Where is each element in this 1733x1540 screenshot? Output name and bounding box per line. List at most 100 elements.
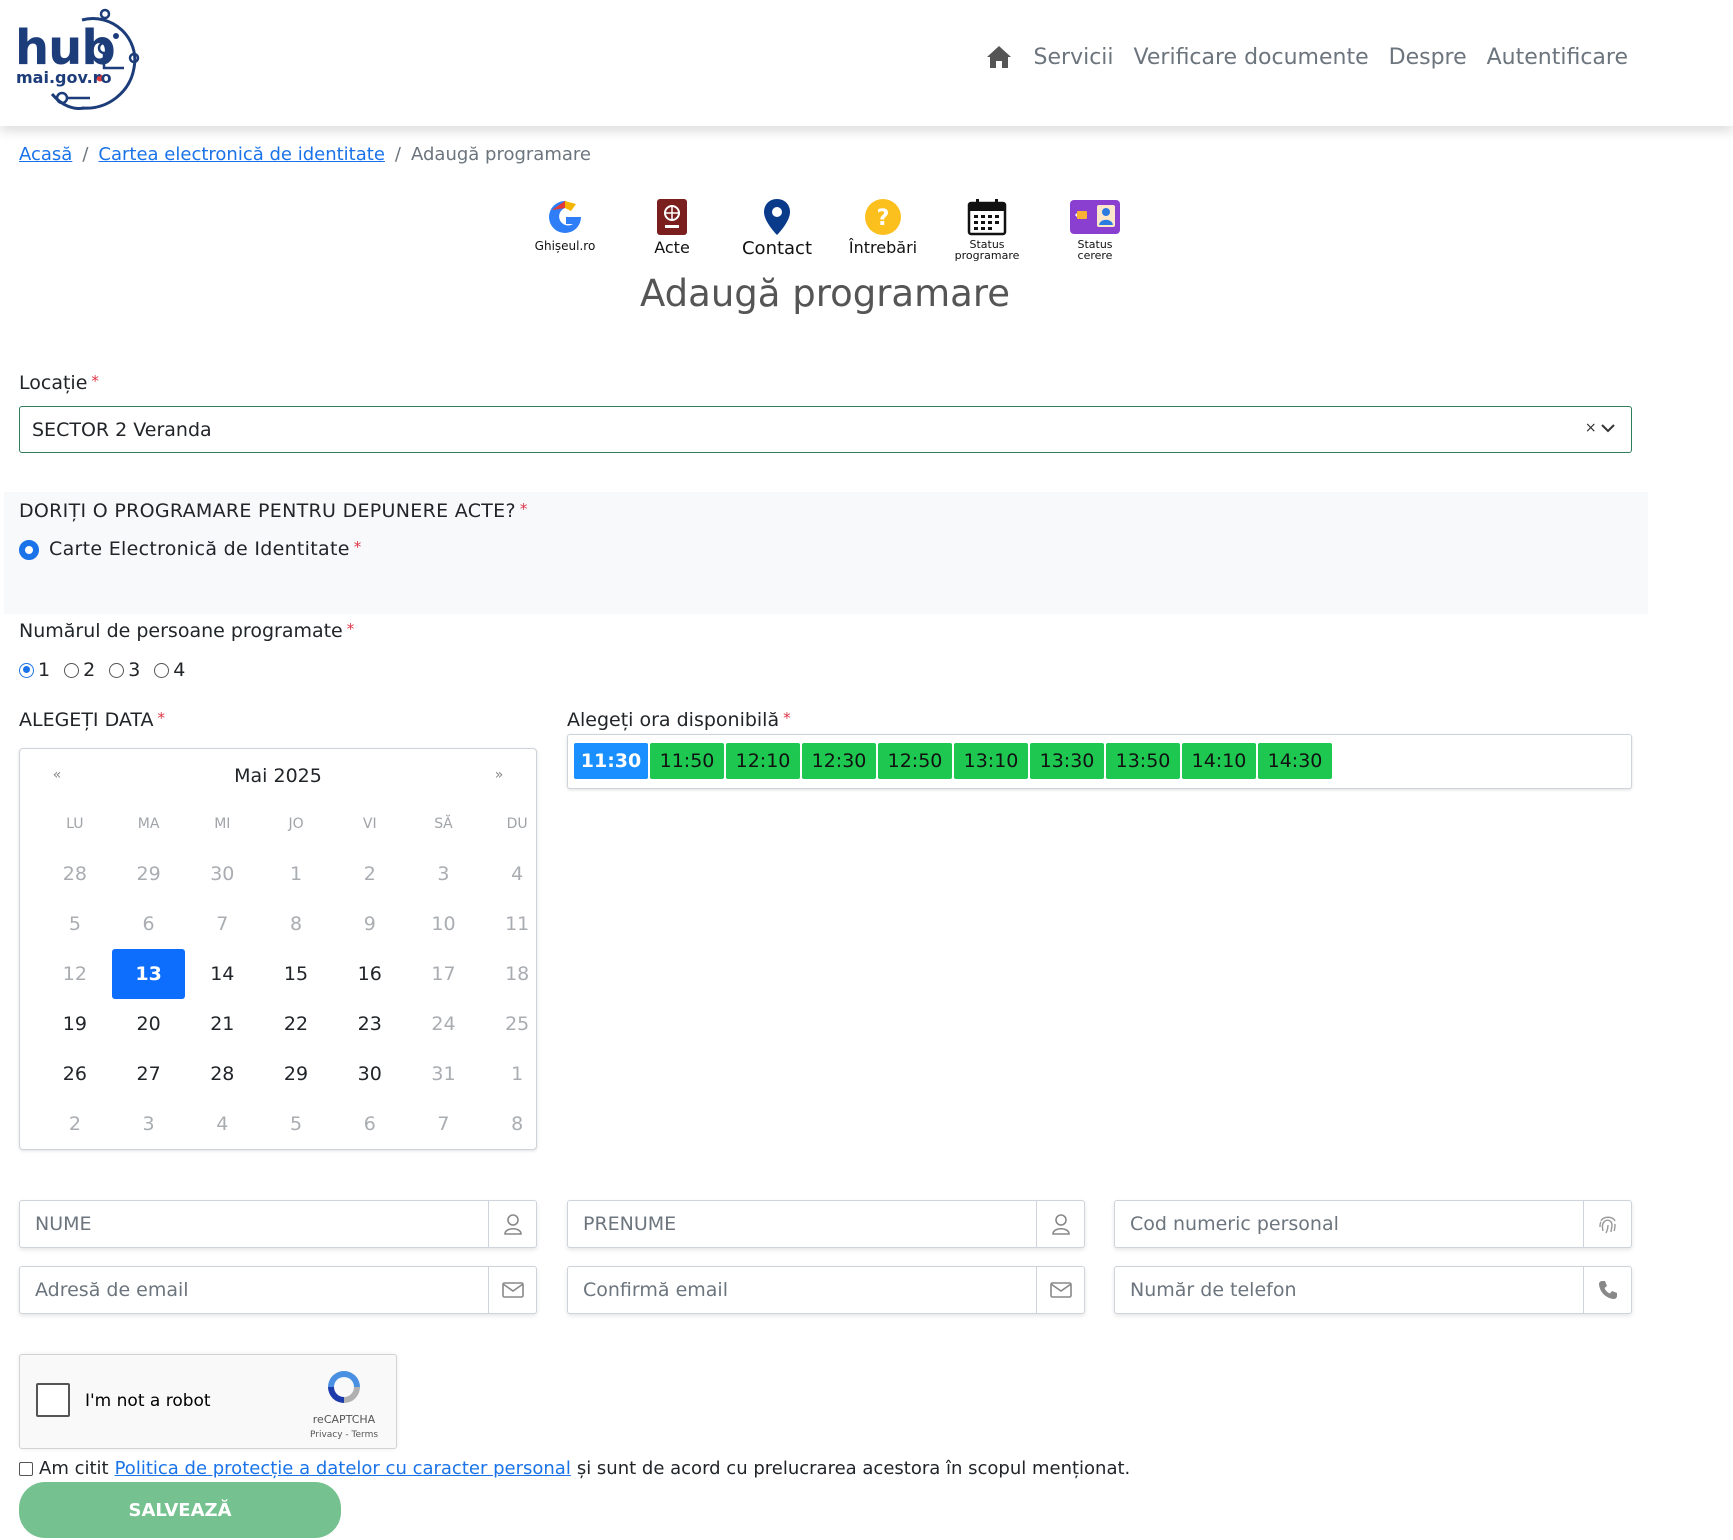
calendar-week-row: 19 20 21 22 23 24 25 <box>38 999 554 1049</box>
user-icon <box>1036 1201 1084 1247</box>
cei-option-label[interactable]: Carte Electronică de Identitate * <box>49 538 362 560</box>
clear-icon[interactable]: × <box>1585 420 1597 436</box>
quick-link-label: Întrebări <box>848 238 918 257</box>
persons-option-4[interactable]: 4 <box>154 659 185 681</box>
calendar-day: 4 <box>511 863 524 885</box>
time-slot[interactable]: 14:30 <box>1258 743 1332 779</box>
persons-option-1[interactable]: 1 <box>19 659 50 681</box>
radio-dot[interactable] <box>109 662 125 678</box>
calendar-day[interactable]: 29 <box>259 1049 333 1099</box>
chevron-down-icon[interactable] <box>1601 423 1615 433</box>
calendar-month-title[interactable]: Mai 2025 <box>20 765 536 787</box>
radio-dot[interactable] <box>64 662 80 678</box>
calendar-day: 30 <box>210 863 235 885</box>
cei-option-text: Carte Electronică de Identitate <box>49 538 350 560</box>
time-slot[interactable]: 13:30 <box>1030 743 1104 779</box>
privacy-policy-link[interactable]: Politica de protecție a datelor cu carac… <box>115 1458 571 1479</box>
calendar-day[interactable]: 14 <box>185 949 259 999</box>
passport-icon <box>622 197 722 237</box>
cnp-input[interactable] <box>1115 1201 1583 1247</box>
fingerprint-icon <box>1583 1201 1631 1247</box>
calendar-day: 24 <box>431 1013 456 1035</box>
calendar-day: 8 <box>511 1113 524 1135</box>
required-asterisk: * <box>353 538 362 556</box>
quick-link-label: Ghișeul.ro <box>534 239 596 253</box>
time-slot[interactable]: 12:50 <box>878 743 952 779</box>
home-icon[interactable] <box>984 42 1014 72</box>
time-slot[interactable]: 12:10 <box>726 743 800 779</box>
cei-radio[interactable] <box>19 540 39 560</box>
calendar-week-row: 26 27 28 29 30 31 1 <box>38 1049 554 1099</box>
main-nav: Servicii Verificare documente Despre Aut… <box>984 42 1628 72</box>
persons-option-3[interactable]: 3 <box>109 659 140 681</box>
weekday-label: MA <box>137 816 160 832</box>
time-label: Alegeți ora disponibilă * <box>567 709 791 731</box>
nume-input[interactable] <box>20 1201 488 1247</box>
consent-row: Am citit Politica de protecție a datelor… <box>19 1458 1130 1479</box>
next-month-button[interactable]: » <box>484 767 514 783</box>
breadcrumb-section-link[interactable]: Cartea electronică de identitate <box>98 144 384 165</box>
calendar-day[interactable]: 19 <box>38 999 112 1049</box>
time-slot[interactable]: 14:10 <box>1182 743 1256 779</box>
save-button[interactable]: SALVEAZĂ <box>19 1482 341 1538</box>
time-slot[interactable]: 11:50 <box>650 743 724 779</box>
quick-link-contact[interactable]: Contact <box>727 197 827 258</box>
quick-link-status-programare[interactable]: Status programare <box>937 197 1037 261</box>
quick-link-status-cerere[interactable]: Status cerere <box>1045 197 1145 261</box>
calendar-day: 6 <box>142 913 155 935</box>
prenume-input[interactable] <box>568 1201 1036 1247</box>
calendar-day: 18 <box>505 963 530 985</box>
email-input[interactable] <box>20 1267 488 1313</box>
calendar-day[interactable]: 21 <box>185 999 259 1049</box>
calendar-day[interactable]: 30 <box>333 1049 407 1099</box>
quick-link-acte[interactable]: Acte <box>622 197 722 256</box>
radio-dot[interactable] <box>19 662 34 678</box>
recaptcha-brand-text: reCAPTCHA <box>312 1413 376 1426</box>
breadcrumb-home-link[interactable]: Acasă <box>19 144 72 165</box>
svg-text:?: ? <box>877 206 890 231</box>
quick-link-label: Contact <box>741 238 813 259</box>
calendar-day[interactable]: 16 <box>333 949 407 999</box>
nav-despre[interactable]: Despre <box>1389 45 1467 70</box>
time-slot-selected[interactable]: 11:30 <box>574 743 648 779</box>
calendar-day[interactable]: 15 <box>259 949 333 999</box>
nav-autentificare[interactable]: Autentificare <box>1487 45 1628 70</box>
hub-logo[interactable]: hub mai.gov.ro <box>12 8 144 116</box>
email-confirm-input[interactable] <box>568 1267 1036 1313</box>
time-slot[interactable]: 13:50 <box>1106 743 1180 779</box>
calendar-header: « Mai 2025 » <box>20 763 536 793</box>
persons-option-2[interactable]: 2 <box>64 659 95 681</box>
calendar-day[interactable]: 27 <box>112 1049 186 1099</box>
quick-link-label: Status programare <box>954 238 1020 262</box>
consent-checkbox[interactable] <box>19 1461 33 1476</box>
nav-servicii[interactable]: Servicii <box>1034 45 1114 70</box>
calendar-day[interactable]: 26 <box>38 1049 112 1099</box>
radio-dot[interactable] <box>154 662 170 678</box>
recaptcha-checkbox[interactable] <box>36 1383 70 1417</box>
ghiseul-logo-icon <box>515 197 615 237</box>
recaptcha-privacy-terms[interactable]: Privacy - Terms <box>304 1430 384 1440</box>
calendar-day[interactable]: 23 <box>333 999 407 1049</box>
question-icon: ? <box>833 197 933 237</box>
logo-wordmark: hub <box>15 20 116 76</box>
quick-link-ghiseul[interactable]: Ghișeul.ro <box>515 197 615 252</box>
breadcrumb-current: Adaugă programare <box>410 144 591 165</box>
weekday-label: SĂ <box>434 816 453 832</box>
nav-verificare-documente[interactable]: Verificare documente <box>1134 45 1369 70</box>
calendar-day[interactable]: 22 <box>259 999 333 1049</box>
time-slot[interactable]: 12:30 <box>802 743 876 779</box>
calendar-day-selected[interactable]: 13 <box>111 949 186 999</box>
required-asterisk: * <box>91 372 99 390</box>
select-controls: × <box>1585 420 1615 436</box>
quick-link-intrebari[interactable]: ? Întrebări <box>833 197 933 256</box>
id-card-icon <box>1045 197 1145 237</box>
calendar-day[interactable]: 28 <box>185 1049 259 1099</box>
phone-icon <box>1583 1267 1631 1313</box>
time-slot[interactable]: 13:10 <box>954 743 1028 779</box>
calendar-day[interactable]: 20 <box>112 999 186 1049</box>
calendar-day: 8 <box>289 913 303 935</box>
location-select[interactable]: SECTOR 2 Veranda × <box>19 406 1632 453</box>
quick-link-label: Status cerere <box>1077 238 1113 262</box>
phone-input[interactable] <box>1115 1267 1583 1313</box>
calendar-day: 28 <box>62 863 87 885</box>
